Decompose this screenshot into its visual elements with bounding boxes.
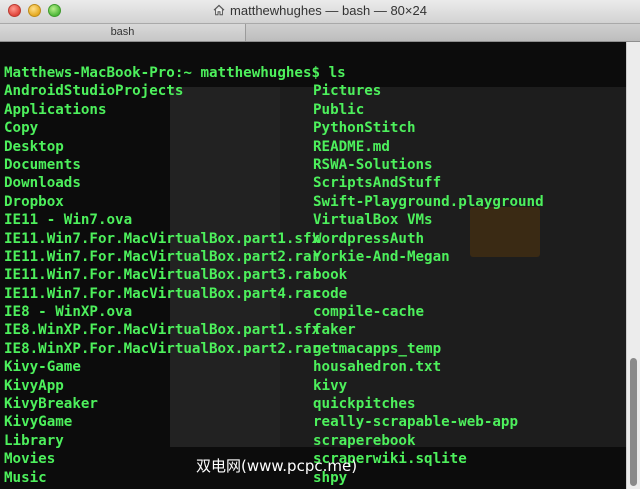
- file-entry: PythonStitch: [313, 120, 416, 137]
- file-entry: Desktop: [4, 138, 64, 155]
- file-entry: ScriptsAndStuff: [313, 175, 442, 192]
- file-entry: IE11.Win7.For.MacVirtualBox.part1.sfx: [4, 230, 321, 247]
- listing-row: Kivy-Game housahedron.txt: [4, 358, 624, 376]
- home-icon: [213, 4, 225, 16]
- listing-row: Dropbox Swift-Playground.playground: [4, 193, 624, 211]
- file-entry: book: [313, 267, 348, 284]
- window-title: matthewhughes — bash — 80×24: [0, 3, 640, 18]
- file-entry: Kivy-Game: [4, 359, 81, 376]
- file-entry: KivyBreaker: [4, 396, 98, 413]
- listing-row: IE8.WinXP.For.MacVirtualBox.part2.rar get…: [4, 340, 624, 358]
- file-entry: housahedron.txt: [313, 359, 442, 376]
- listing-row: IE8 - WinXP.ova compile-cache: [4, 303, 624, 321]
- listing-row: KivyBreaker quickpitches: [4, 395, 624, 413]
- file-entry: IE11 - Win7.ova: [4, 212, 133, 229]
- file-entry: IE8.WinXP.For.MacVirtualBox.part1.sfx: [4, 322, 321, 339]
- file-entry: AndroidStudioProjects: [4, 83, 184, 100]
- file-entry: VirtualBox VMs: [313, 212, 433, 229]
- file-entry: IE8 - WinXP.ova: [4, 304, 133, 321]
- scrollbar-thumb[interactable]: [630, 358, 637, 486]
- file-entry: KivyGame: [4, 414, 73, 431]
- listing-row: KivyApp kivy: [4, 377, 624, 395]
- listing-row: Downloads ScriptsAndStuff: [4, 174, 624, 192]
- vertical-scrollbar[interactable]: [626, 42, 640, 489]
- file-entry: Copy: [4, 120, 39, 137]
- listing-row: IE11.Win7.For.MacVirtualBox.part4.rar cod…: [4, 285, 624, 303]
- file-entry: Library: [4, 432, 64, 449]
- window-title-text: matthewhughes — bash — 80×24: [230, 3, 427, 18]
- file-entry: Documents: [4, 156, 81, 173]
- file-entry: scraperebook: [313, 432, 416, 449]
- listing-row: KivyGame really-scrapable-web-app: [4, 413, 624, 431]
- listing-row: IE11.Win7.For.MacVirtualBox.part2.rar Yor…: [4, 248, 624, 266]
- file-entry: KivyApp: [4, 377, 64, 394]
- tab-bash[interactable]: bash: [0, 24, 246, 41]
- file-entry: RSWA-Solutions: [313, 156, 433, 173]
- listing-row: Copy PythonStitch: [4, 119, 624, 137]
- listing-row: AndroidStudioProjects Pictures: [4, 82, 624, 100]
- listing-row: Documents RSWA-Solutions: [4, 156, 624, 174]
- file-entry: Swift-Playground.playground: [313, 193, 544, 210]
- file-entry: IE11.Win7.For.MacVirtualBox.part2.rar: [4, 248, 321, 265]
- listing-row: IE8.WinXP.For.MacVirtualBox.part1.sfx fak…: [4, 321, 624, 339]
- file-entry: getmacapps_temp: [313, 340, 442, 357]
- file-entry: really-scrapable-web-app: [313, 414, 518, 431]
- file-entry: quickpitches: [313, 396, 416, 413]
- command-prompt-line: Matthews-MacBook-Pro:~ matthewhughes$ ls: [4, 65, 346, 81]
- title-bar[interactable]: matthewhughes — bash — 80×24: [0, 0, 640, 24]
- file-entry: faker: [313, 322, 356, 339]
- file-entry: Pictures: [313, 83, 382, 100]
- file-entry: IE11.Win7.For.MacVirtualBox.part3.rar: [4, 267, 321, 284]
- file-entry: Yorkie-And-Megan: [313, 248, 450, 265]
- file-entry: Public: [313, 101, 365, 118]
- listing-row: Desktop README.md: [4, 138, 624, 156]
- file-entry: code: [313, 285, 348, 302]
- listing-row: IE11.Win7.For.MacVirtualBox.part1.sfx Wor…: [4, 230, 624, 248]
- tab-bar: bash: [0, 24, 640, 42]
- listing-row: IE11.Win7.For.MacVirtualBox.part3.rar boo…: [4, 266, 624, 284]
- file-entry: README.md: [313, 138, 390, 155]
- file-entry: Music: [4, 469, 47, 486]
- file-entry: Downloads: [4, 175, 81, 192]
- terminal-output[interactable]: Matthews-MacBook-Pro:~ matthewhughes$ ls…: [0, 42, 626, 489]
- listing-row: Library scraperebook: [4, 432, 624, 450]
- file-entry: IE8.WinXP.For.MacVirtualBox.part2.rar: [4, 340, 321, 357]
- listing-row: Applications Public: [4, 101, 624, 119]
- file-entry: WordpressAuth: [313, 230, 425, 247]
- file-entry: IE11.Win7.For.MacVirtualBox.part4.rar: [4, 285, 321, 302]
- listing-row: IE11 - Win7.ova VirtualBox VMs: [4, 211, 624, 229]
- file-entry: Dropbox: [4, 193, 64, 210]
- file-entry: Movies: [4, 451, 56, 468]
- watermark: 双电网(www.pcpc.me): [196, 457, 358, 475]
- terminal-lines: Matthews-MacBook-Pro:~ matthewhughes$ ls…: [4, 64, 624, 487]
- file-entry: kivy: [313, 377, 348, 394]
- file-entry: compile-cache: [313, 304, 425, 321]
- file-entry: Applications: [4, 101, 107, 118]
- terminal-window: matthewhughes — bash — 80×24 bash Matthe…: [0, 0, 640, 489]
